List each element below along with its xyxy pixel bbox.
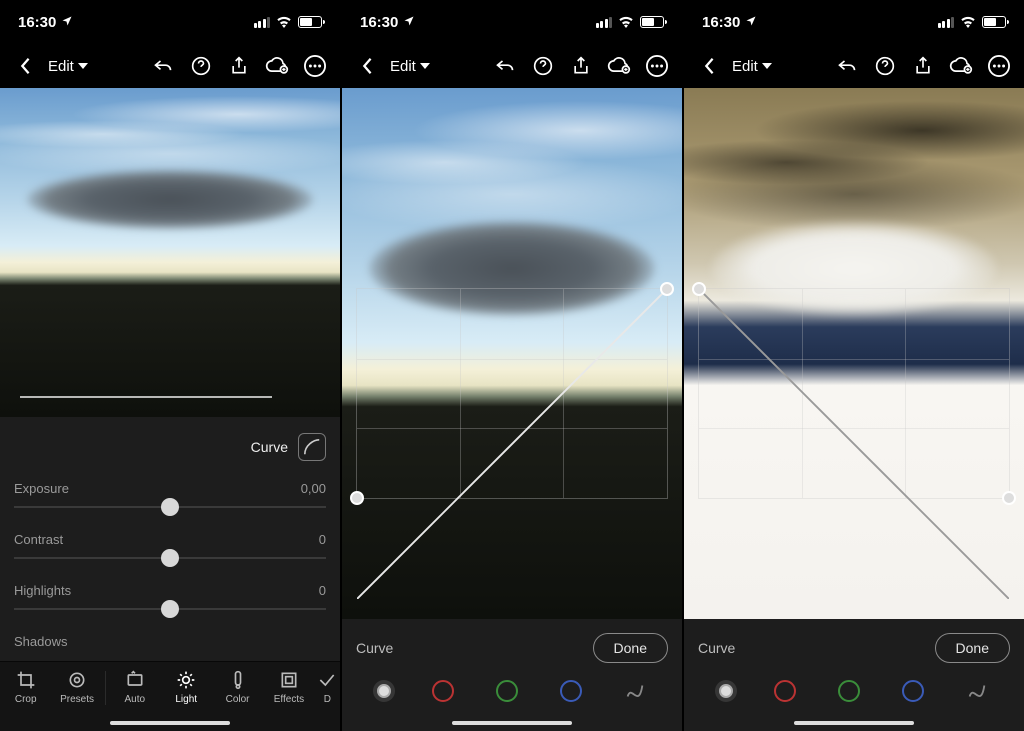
- phone-screen-curve-normal: 16:30 Edit: [342, 0, 682, 731]
- done-button[interactable]: Done: [593, 633, 668, 663]
- wifi-icon: [276, 16, 292, 28]
- channel-green[interactable]: [496, 680, 518, 702]
- channel-luminance[interactable]: [719, 684, 733, 698]
- location-icon: [61, 15, 73, 27]
- undo-button[interactable]: [148, 51, 178, 81]
- tab-detail[interactable]: D: [317, 670, 337, 705]
- detail-icon: [317, 670, 337, 690]
- back-button[interactable]: [694, 51, 724, 81]
- cloud-sync-button[interactable]: [262, 51, 292, 81]
- curve-label: Curve: [251, 439, 288, 455]
- channel-parametric[interactable]: [623, 679, 647, 703]
- wifi-icon: [960, 16, 976, 28]
- more-button[interactable]: [642, 51, 672, 81]
- top-toolbar: Edit: [0, 44, 340, 88]
- tab-light[interactable]: Light: [163, 670, 209, 705]
- auto-icon: [125, 670, 145, 690]
- help-button[interactable]: [186, 51, 216, 81]
- curve-panel: Curve Done: [342, 619, 682, 731]
- share-button[interactable]: [566, 51, 596, 81]
- cloud-sync-button[interactable]: [604, 51, 634, 81]
- wifi-icon: [618, 16, 634, 28]
- channel-red[interactable]: [432, 680, 454, 702]
- channel-green[interactable]: [838, 680, 860, 702]
- effects-icon: [279, 670, 299, 690]
- status-bar: 16:30: [342, 0, 682, 44]
- light-panel: Curve Exposure0,00 Contrast0 Highlights0…: [0, 417, 340, 661]
- done-button[interactable]: Done: [935, 633, 1010, 663]
- phone-screen-light-panel: 16:30 Edit: [0, 0, 340, 731]
- more-button[interactable]: [300, 51, 330, 81]
- photo-preview[interactable]: [684, 88, 1024, 619]
- filmstrip-indicator[interactable]: [20, 396, 272, 398]
- edit-menu[interactable]: Edit: [390, 58, 430, 75]
- channel-red[interactable]: [774, 680, 796, 702]
- curve-handle-highlight[interactable]: [660, 282, 674, 296]
- curve-button[interactable]: [298, 433, 326, 461]
- channel-luminance[interactable]: [377, 684, 391, 698]
- phone-screen-curve-inverted: 16:30 Edit: [684, 0, 1024, 731]
- home-indicator[interactable]: [452, 721, 572, 725]
- tab-effects[interactable]: Effects: [266, 670, 312, 705]
- back-button[interactable]: [352, 51, 382, 81]
- home-indicator[interactable]: [794, 721, 914, 725]
- location-icon: [403, 15, 415, 27]
- exposure-slider[interactable]: Exposure0,00: [14, 473, 326, 508]
- channel-blue[interactable]: [902, 680, 924, 702]
- edit-menu[interactable]: Edit: [732, 58, 772, 75]
- share-button[interactable]: [224, 51, 254, 81]
- channel-blue[interactable]: [560, 680, 582, 702]
- back-button[interactable]: [10, 51, 40, 81]
- color-icon: [230, 670, 246, 690]
- help-button[interactable]: [870, 51, 900, 81]
- battery-icon: [640, 16, 664, 28]
- share-button[interactable]: [908, 51, 938, 81]
- curve-editor[interactable]: [698, 288, 1010, 499]
- channel-selector: [356, 675, 668, 703]
- cloud-sync-button[interactable]: [946, 51, 976, 81]
- curve-editor[interactable]: [356, 288, 668, 499]
- tab-crop[interactable]: Crop: [3, 670, 49, 705]
- photo-preview[interactable]: [0, 88, 340, 417]
- curve-panel-label: Curve: [356, 640, 393, 656]
- status-bar: 16:30: [0, 0, 340, 44]
- battery-icon: [982, 16, 1006, 28]
- cellular-icon: [938, 17, 955, 28]
- highlights-slider[interactable]: Highlights0: [14, 575, 326, 610]
- cellular-icon: [596, 17, 613, 28]
- edit-menu[interactable]: Edit: [48, 58, 88, 75]
- top-toolbar: Edit: [684, 44, 1024, 88]
- status-time: 16:30: [702, 14, 757, 31]
- light-icon: [176, 670, 196, 690]
- status-time: 16:30: [18, 14, 73, 31]
- undo-button[interactable]: [832, 51, 862, 81]
- more-button[interactable]: [984, 51, 1014, 81]
- home-indicator[interactable]: [110, 721, 230, 725]
- tab-color[interactable]: Color: [215, 670, 261, 705]
- top-toolbar: Edit: [342, 44, 682, 88]
- undo-button[interactable]: [490, 51, 520, 81]
- battery-icon: [298, 16, 322, 28]
- curve-handle-highlight[interactable]: [1002, 491, 1016, 505]
- curve-panel: Curve Done: [684, 619, 1024, 731]
- status-bar: 16:30: [684, 0, 1024, 44]
- help-button[interactable]: [528, 51, 558, 81]
- channel-selector: [698, 675, 1010, 703]
- tab-auto[interactable]: Auto: [112, 670, 158, 705]
- presets-icon: [67, 670, 87, 690]
- curve-handle-shadow[interactable]: [692, 282, 706, 296]
- contrast-slider[interactable]: Contrast0: [14, 524, 326, 559]
- cellular-icon: [254, 17, 271, 28]
- tool-tabs: Crop Presets Auto Light Color Effects D: [0, 661, 340, 731]
- location-icon: [745, 15, 757, 27]
- curve-handle-shadow[interactable]: [350, 491, 364, 505]
- tab-presets[interactable]: Presets: [54, 670, 100, 705]
- photo-preview[interactable]: [342, 88, 682, 619]
- curve-panel-label: Curve: [698, 640, 735, 656]
- status-time: 16:30: [360, 14, 415, 31]
- channel-parametric[interactable]: [965, 679, 989, 703]
- crop-icon: [16, 670, 36, 690]
- shadows-slider[interactable]: Shadows: [14, 626, 326, 661]
